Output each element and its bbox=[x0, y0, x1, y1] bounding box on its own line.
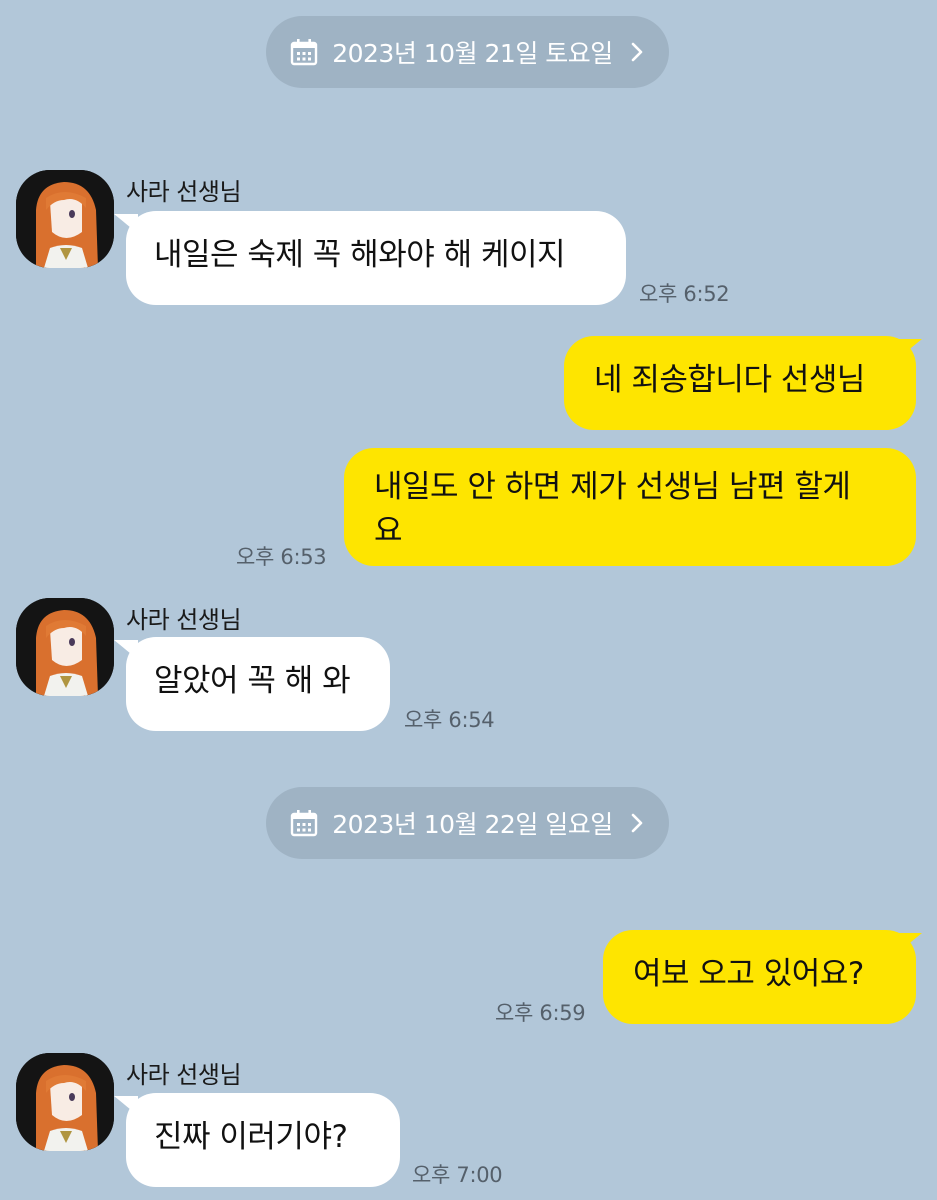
calendar-icon bbox=[291, 39, 318, 66]
sender-avatar[interactable] bbox=[16, 1053, 114, 1151]
message-bubble-sent[interactable]: 여보 오고 있어요? bbox=[603, 930, 916, 1024]
message-time: 오후 6:52 bbox=[639, 282, 730, 306]
message-text: 네 죄송합니다 선생님 bbox=[594, 362, 865, 398]
message-bubble-sent[interactable]: 네 죄송합니다 선생님 bbox=[564, 336, 916, 430]
message-time: 오후 6:53 bbox=[236, 545, 327, 569]
message-text-line: 내일도 안 하면 제가 선생님 남편 할게 bbox=[374, 469, 851, 505]
date-divider-oct22[interactable]: 2023년 10월 22일 일요일 bbox=[266, 787, 669, 859]
chevron-right-icon bbox=[631, 813, 643, 833]
message-time: 오후 6:59 bbox=[495, 1001, 586, 1025]
message-time: 오후 6:54 bbox=[404, 708, 495, 732]
message-time: 오후 7:00 bbox=[412, 1163, 503, 1187]
sender-avatar[interactable] bbox=[16, 170, 114, 268]
profile-avatar bbox=[16, 1053, 114, 1151]
message-bubble-received[interactable]: 알았어 꼭 해 와 bbox=[126, 637, 390, 731]
calendar-icon bbox=[291, 810, 318, 837]
profile-avatar bbox=[16, 170, 114, 268]
date-label: 2023년 10월 21일 토요일 bbox=[332, 39, 613, 68]
chevron-right-icon bbox=[631, 42, 643, 62]
message-text: 진짜 이러기야? bbox=[154, 1119, 348, 1155]
profile-avatar bbox=[16, 598, 114, 696]
sender-avatar[interactable] bbox=[16, 598, 114, 696]
message-text-line: 요 bbox=[374, 513, 403, 549]
message-text: 알았어 꼭 해 와 bbox=[154, 663, 351, 699]
date-label: 2023년 10월 22일 일요일 bbox=[332, 810, 613, 839]
sender-name: 사라 선생님 bbox=[126, 1061, 242, 1089]
sender-name: 사라 선생님 bbox=[126, 178, 242, 206]
message-text: 여보 오고 있어요? bbox=[633, 956, 864, 992]
message-bubble-received[interactable]: 진짜 이러기야? bbox=[126, 1093, 400, 1187]
date-divider-oct21[interactable]: 2023년 10월 21일 토요일 bbox=[266, 16, 669, 88]
message-bubble-received[interactable]: 내일은 숙제 꼭 해와야 해 케이지 bbox=[126, 211, 626, 305]
sender-name: 사라 선생님 bbox=[126, 606, 242, 634]
message-text: 내일은 숙제 꼭 해와야 해 케이지 bbox=[154, 237, 566, 273]
message-bubble-sent[interactable]: 내일도 안 하면 제가 선생님 남편 할게 요 bbox=[344, 448, 916, 566]
